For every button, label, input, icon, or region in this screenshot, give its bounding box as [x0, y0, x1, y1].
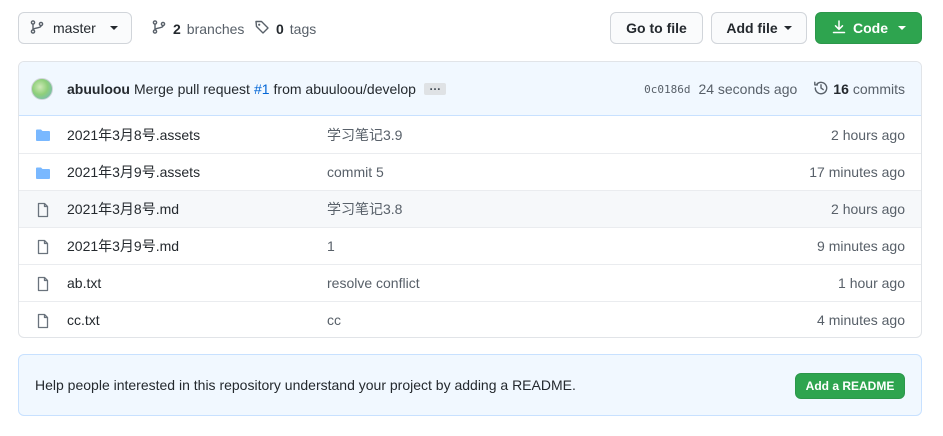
file-age: 9 minutes ago	[817, 238, 905, 254]
table-row[interactable]: 2021年3月9号.md 1 9 minutes ago	[19, 227, 921, 264]
table-row[interactable]: 2021年3月8号.md 学习笔记3.8 2 hours ago	[19, 190, 921, 227]
file-commit-message[interactable]: commit 5	[327, 164, 384, 180]
file-commit-message[interactable]: 学习笔记3.9	[327, 125, 402, 145]
code-button[interactable]: Code	[815, 12, 922, 44]
branches-link[interactable]: 2 branches	[151, 19, 244, 38]
file-name[interactable]: ab.txt	[67, 275, 101, 291]
commit-meta: 0c0186d 24 seconds ago 16 commits	[644, 62, 905, 116]
tags-count: 0	[276, 20, 284, 37]
file-name[interactable]: cc.txt	[67, 312, 100, 328]
go-to-file-label: Go to file	[626, 20, 687, 36]
file-icon	[35, 202, 51, 218]
add-file-button[interactable]: Add file	[711, 12, 807, 44]
file-age: 4 minutes ago	[817, 312, 905, 328]
file-commit-message[interactable]: cc	[327, 312, 341, 328]
file-commit-message[interactable]: 1	[327, 238, 335, 254]
commits-history-link[interactable]: 16 commits	[813, 80, 905, 99]
commit-sha[interactable]: 0c0186d	[644, 83, 690, 96]
table-row[interactable]: 2021年3月8号.assets 学习笔记3.9 2 hours ago	[19, 116, 921, 153]
table-row[interactable]: cc.txt cc 4 minutes ago	[19, 301, 921, 337]
folder-icon	[35, 127, 51, 143]
chevron-down-icon	[898, 26, 906, 30]
tag-icon	[254, 19, 270, 38]
file-name[interactable]: 2021年3月8号.assets	[67, 125, 200, 145]
branches-label: branches	[186, 20, 245, 37]
repo-toolbar: master 2 branches 0 tags Go to file Add …	[18, 12, 922, 44]
file-age: 2 hours ago	[831, 201, 905, 217]
branch-label: master	[53, 20, 96, 36]
chevron-down-icon	[109, 26, 118, 30]
file-name[interactable]: 2021年3月9号.md	[67, 236, 179, 256]
commits-label: commits	[852, 81, 905, 97]
file-commit-message[interactable]: resolve conflict	[327, 275, 420, 291]
file-icon	[35, 313, 51, 329]
branch-icon	[151, 19, 167, 38]
folder-icon	[35, 165, 51, 181]
code-label: Code	[853, 20, 888, 36]
branch-select-button[interactable]: master	[18, 12, 132, 44]
commit-message-prefix[interactable]: Merge pull request	[134, 81, 250, 97]
add-readme-button[interactable]: Add a README	[795, 373, 905, 399]
latest-commit-bar: abuuloou Merge pull request #1 from abuu…	[19, 62, 921, 116]
file-age: 17 minutes ago	[809, 164, 905, 180]
commit-message-suffix[interactable]: from abuuloou/develop	[274, 81, 416, 97]
go-to-file-button[interactable]: Go to file	[610, 12, 703, 44]
commits-count: 16	[833, 81, 849, 97]
avatar[interactable]	[31, 77, 53, 100]
readme-prompt-text: Help people interested in this repositor…	[35, 377, 576, 393]
file-age: 2 hours ago	[831, 126, 905, 143]
file-name[interactable]: 2021年3月8号.md	[67, 199, 179, 219]
file-icon	[35, 239, 51, 255]
table-row[interactable]: 2021年3月9号.assets commit 5 17 minutes ago	[19, 153, 921, 190]
commit-age[interactable]: 24 seconds ago	[698, 81, 797, 97]
file-icon	[35, 276, 51, 292]
chevron-down-icon	[783, 26, 792, 30]
branches-count: 2	[173, 20, 181, 37]
file-list-box: abuuloou Merge pull request #1 from abuu…	[18, 61, 922, 338]
readme-prompt: Help people interested in this repositor…	[18, 354, 922, 416]
tags-label: tags	[289, 20, 317, 37]
download-icon	[831, 19, 847, 38]
branch-icon	[29, 19, 45, 38]
file-rows: 2021年3月8号.assets 学习笔记3.9 2 hours ago 202…	[19, 116, 921, 337]
pull-request-link[interactable]: #1	[254, 81, 270, 97]
commit-author[interactable]: abuuloou	[67, 81, 130, 97]
file-name[interactable]: 2021年3月9号.assets	[67, 162, 200, 182]
expand-commit-message-button[interactable]: …	[423, 80, 446, 95]
table-row[interactable]: ab.txt resolve conflict 1 hour ago	[19, 264, 921, 301]
file-commit-message[interactable]: 学习笔记3.8	[327, 199, 402, 219]
tags-link[interactable]: 0 tags	[254, 19, 316, 38]
file-age: 1 hour ago	[838, 275, 905, 291]
history-icon	[813, 80, 829, 99]
add-file-label: Add file	[726, 20, 778, 36]
